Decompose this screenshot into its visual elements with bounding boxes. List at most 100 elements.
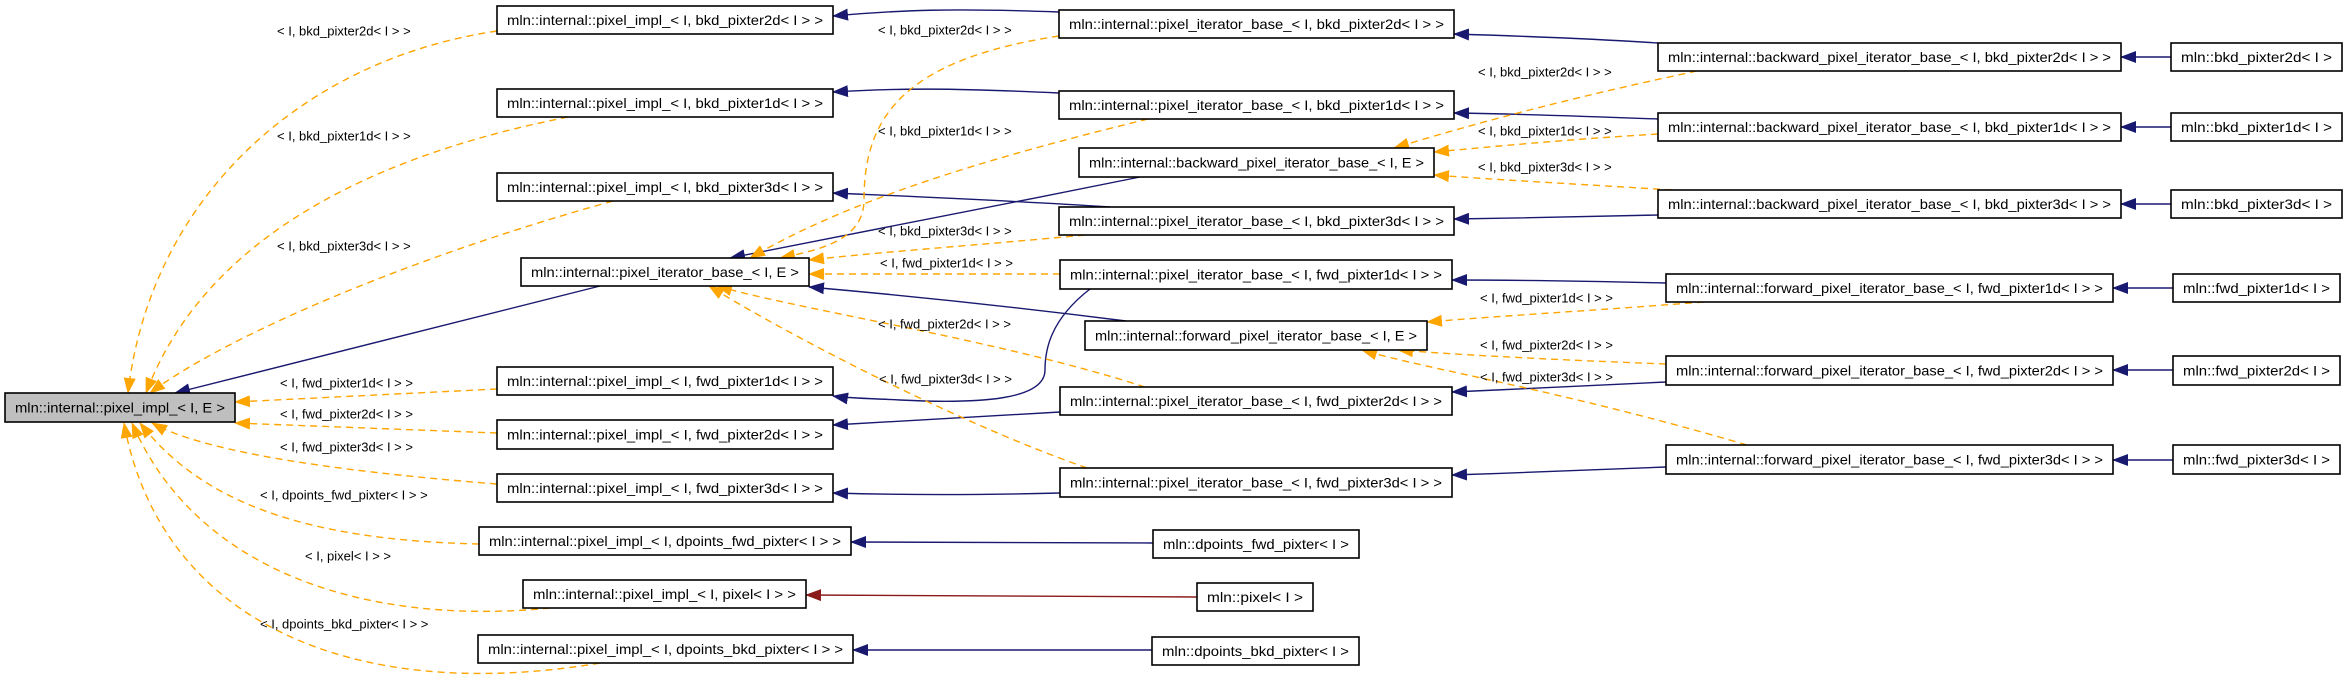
class-node-pi-pixel[interactable]: mln::internal::pixel_impl_< I, pixel< I … [522, 579, 807, 609]
class-node-fwd-fwd1d[interactable]: mln::internal::forward_pixel_iterator_ba… [1665, 273, 2114, 303]
class-name: mln::internal::pixel_impl_< I, fwd_pixte… [507, 480, 823, 496]
class-node-bwd-bkd2d[interactable]: mln::internal::backward_pixel_iterator_b… [1657, 42, 2122, 72]
edge-label: < I, fwd_pixter1d< I > > [280, 376, 413, 391]
class-name: mln::internal::pixel_impl_< I, pixel< I … [533, 586, 796, 602]
inheritance-edge [805, 589, 1198, 602]
class-node-bkd-pixter1d[interactable]: mln::bkd_pixter1d< I > [2170, 112, 2343, 142]
template-instance-edge [234, 417, 498, 434]
class-name: mln::fwd_pixter3d< I > [2183, 452, 2330, 468]
class-name: mln::internal::forward_pixel_iterator_ba… [1676, 452, 2103, 468]
inheritance-edge [832, 411, 1061, 431]
class-node-fwd-fwd3d[interactable]: mln::internal::forward_pixel_iterator_ba… [1665, 444, 2114, 475]
inheritance-graph: < I, bkd_pixter2d< I > > < I, bkd_pixter… [4, 5, 2343, 675]
class-name: mln::internal::pixel_iterator_base_< I, … [1070, 393, 1442, 409]
class-node-fwd-pixter1d[interactable]: mln::fwd_pixter1d< I > [2172, 273, 2341, 303]
class-node-pi-dpoints-bkd[interactable]: mln::internal::pixel_impl_< I, dpoints_b… [477, 634, 854, 664]
edge-label: < I, bkd_pixter2d< I > > [1478, 65, 1612, 80]
inheritance-edge [832, 187, 1111, 208]
template-instance-edge [123, 30, 498, 394]
edge-label: < I, bkd_pixter2d< I > > [878, 23, 1012, 38]
class-name: mln::fwd_pixter1d< I > [2183, 280, 2330, 296]
edge-label: < I, bkd_pixter3d< I > > [277, 239, 411, 254]
class-name: mln::internal::pixel_impl_< I, bkd_pixte… [507, 179, 823, 195]
class-name: mln::fwd_pixter2d< I > [2183, 363, 2330, 379]
class-node-fwd-pixter2d[interactable]: mln::fwd_pixter2d< I > [2172, 355, 2341, 386]
edge-label: < I, dpoints_fwd_pixter< I > > [260, 488, 428, 503]
edge-label: < I, fwd_pixter3d< I > > [1480, 370, 1613, 385]
template-instance-edge [234, 388, 498, 408]
class-node-pi-fwd2d[interactable]: mln::internal::pixel_impl_< I, fwd_pixte… [496, 419, 834, 450]
class-name: mln::internal::pixel_iterator_base_< I, … [1069, 97, 1444, 113]
class-node-pi-bkd2d[interactable]: mln::internal::pixel_impl_< I, bkd_pixte… [496, 5, 834, 35]
inheritance-edge [850, 536, 1154, 549]
inheritance-edge [1453, 28, 1659, 44]
inheritance-edge [1453, 212, 1659, 225]
edge-label: < I, fwd_pixter1d< I > > [880, 256, 1013, 271]
class-name: mln::internal::forward_pixel_iterator_ba… [1676, 280, 2103, 296]
class-node-pi-fwd3d[interactable]: mln::internal::pixel_impl_< I, fwd_pixte… [496, 473, 834, 503]
class-node-pib-bkd2d[interactable]: mln::internal::pixel_iterator_base_< I, … [1058, 9, 1455, 39]
class-name: mln::internal::pixel_iterator_base_< I, … [1070, 267, 1442, 283]
inheritance-edge [832, 8, 1060, 21]
inheritance-diagram: < I, bkd_pixter2d< I > > < I, bkd_pixter… [0, 0, 2347, 684]
class-name: mln::internal::pixel_iterator_base_< I, … [1070, 475, 1442, 491]
class-name: mln::dpoints_fwd_pixter< I > [1163, 536, 1349, 552]
edge-label: < I, fwd_pixter2d< I > > [280, 407, 413, 422]
edge-label: < I, fwd_pixter3d< I > > [879, 372, 1012, 387]
class-node-pi-fwd1d[interactable]: mln::internal::pixel_impl_< I, fwd_pixte… [496, 366, 834, 396]
class-name: mln::pixel< I > [1207, 589, 1303, 605]
edge-label: < I, fwd_pixter3d< I > > [280, 440, 413, 455]
inheritance-edge [1453, 107, 1659, 120]
edge-label: < I, bkd_pixter1d< I > > [1478, 124, 1612, 139]
edge-label: < I, bkd_pixter1d< I > > [277, 129, 411, 144]
class-node-pib-fwd2d[interactable]: mln::internal::pixel_iterator_base_< I, … [1059, 386, 1453, 416]
template-instance-edge [145, 116, 569, 394]
class-node-dpoints-bkd-pixter[interactable]: mln::dpoints_bkd_pixter< I > [1151, 636, 1360, 666]
class-name: mln::internal::pixel_impl_< I, bkd_pixte… [507, 12, 823, 28]
class-name: mln::internal::pixel_iterator_base_< I, … [531, 264, 799, 280]
template-instance-edge [149, 200, 614, 394]
class-name: mln::internal::pixel_impl_< I, dpoints_f… [489, 533, 841, 549]
class-node-bwd-ie[interactable]: mln::internal::backward_pixel_iterator_b… [1078, 147, 1435, 178]
class-node-pi-dpoints-fwd[interactable]: mln::internal::pixel_impl_< I, dpoints_f… [478, 526, 852, 556]
class-name: mln::internal::backward_pixel_iterator_b… [1668, 49, 2111, 65]
class-name: mln::bkd_pixter3d< I > [2181, 196, 2332, 212]
inheritance-edge [1451, 466, 1667, 481]
inheritance-edge [832, 487, 1061, 500]
class-node-pi-bkd3d[interactable]: mln::internal::pixel_impl_< I, bkd_pixte… [496, 172, 834, 202]
class-node-pi-bkd1d[interactable]: mln::internal::pixel_impl_< I, bkd_pixte… [496, 88, 834, 118]
class-node-bwd-bkd1d[interactable]: mln::internal::backward_pixel_iterator_b… [1657, 112, 2122, 142]
class-node-fwd-ie[interactable]: mln::internal::forward_pixel_iterator_ba… [1084, 320, 1428, 351]
edge-label: < I, bkd_pixter1d< I > > [878, 124, 1012, 139]
edge-label: < I, bkd_pixter3d< I > > [1478, 160, 1612, 175]
class-node-pib-fwd1d[interactable]: mln::internal::pixel_iterator_base_< I, … [1059, 259, 1453, 290]
class-name: mln::internal::forward_pixel_iterator_ba… [1676, 363, 2103, 379]
class-node-dpoints-fwd-pixter[interactable]: mln::dpoints_fwd_pixter< I > [1152, 529, 1360, 559]
class-node-pib-ie[interactable]: mln::internal::pixel_iterator_base_< I, … [520, 257, 810, 287]
class-name: mln::internal::backward_pixel_iterator_b… [1668, 119, 2111, 135]
class-name: mln::bkd_pixter2d< I > [2181, 49, 2332, 65]
class-node-bkd-pixter3d[interactable]: mln::bkd_pixter3d< I > [2170, 189, 2343, 219]
class-node-pixel-impl-ie: mln::internal::pixel_impl_< I, E > [4, 392, 236, 423]
edge-label: < I, pixel< I > > [305, 549, 391, 564]
class-name: mln::internal::pixel_iterator_base_< I, … [1069, 213, 1444, 229]
class-name: mln::internal::backward_pixel_iterator_b… [1089, 155, 1424, 171]
edge-label: < I, dpoints_bkd_pixter< I > > [260, 617, 428, 632]
class-name: mln::internal::pixel_impl_< I, fwd_pixte… [507, 427, 823, 443]
class-node-fwd-fwd2d[interactable]: mln::internal::forward_pixel_iterator_ba… [1665, 355, 2114, 386]
class-node-pib-bkd1d[interactable]: mln::internal::pixel_iterator_base_< I, … [1058, 90, 1455, 120]
class-name: mln::internal::pixel_impl_< I, bkd_pixte… [507, 95, 823, 111]
class-node-pib-fwd3d[interactable]: mln::internal::pixel_iterator_base_< I, … [1059, 467, 1453, 498]
template-instance-edge [1433, 170, 1673, 191]
inheritance-edge [832, 85, 1060, 98]
class-node-pixel[interactable]: mln::pixel< I > [1196, 582, 1314, 612]
class-node-fwd-pixter3d[interactable]: mln::fwd_pixter3d< I > [2172, 444, 2341, 475]
class-node-bwd-bkd3d[interactable]: mln::internal::backward_pixel_iterator_b… [1657, 189, 2122, 219]
edge-label: < I, bkd_pixter3d< I > > [878, 224, 1012, 239]
class-name: mln::internal::pixel_impl_< I, fwd_pixte… [507, 373, 823, 389]
class-node-bkd-pixter2d[interactable]: mln::bkd_pixter2d< I > [2170, 42, 2343, 72]
class-node-pib-bkd3d[interactable]: mln::internal::pixel_iterator_base_< I, … [1058, 206, 1455, 236]
inheritance-edge [1451, 274, 1667, 287]
edge-label: < I, bkd_pixter2d< I > > [277, 24, 411, 39]
class-name: mln::internal::backward_pixel_iterator_b… [1668, 196, 2111, 212]
